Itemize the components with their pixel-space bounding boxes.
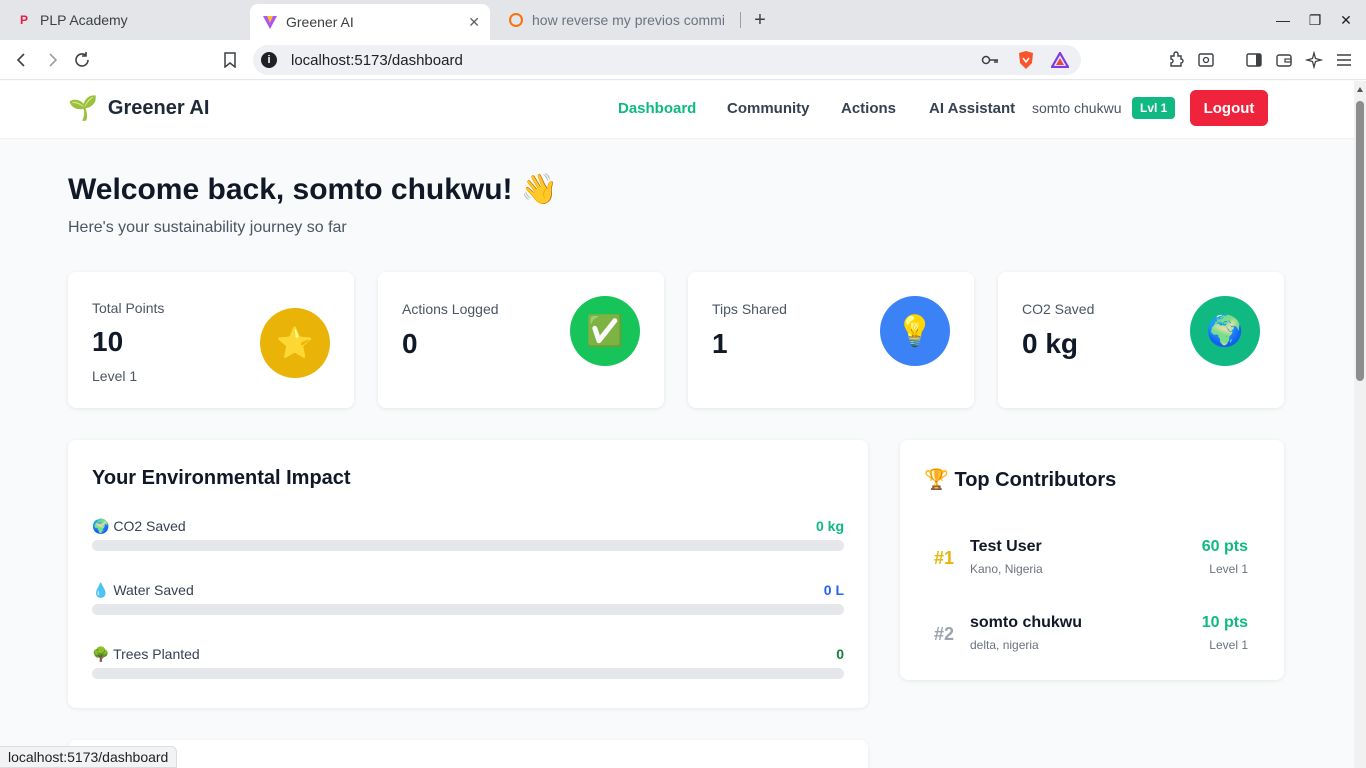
minimize-icon[interactable]: —: [1273, 10, 1293, 30]
stat-label: Tips Shared: [712, 301, 787, 317]
level-badge: Lvl 1: [1132, 97, 1176, 119]
key-icon[interactable]: [980, 50, 1000, 70]
impact-row-trees: 🌳 Trees Planted 0: [92, 646, 844, 686]
user-name: somto chukwu: [1032, 100, 1122, 116]
stat-card-actions-logged: Actions Logged 0 ✅: [378, 272, 664, 408]
impact-row-co2: 🌍 CO2 Saved 0 kg: [92, 518, 844, 558]
wallet-icon[interactable]: [1272, 48, 1296, 72]
vite-favicon: [262, 14, 278, 30]
bookmark-icon[interactable]: [218, 48, 242, 72]
progress-bar: [92, 604, 844, 615]
star-icon: ⭐: [260, 308, 330, 378]
browser-toolbar: i localhost:5173/dashboard: [0, 40, 1366, 80]
logout-button[interactable]: Logout: [1190, 90, 1268, 126]
lightbulb-icon: 💡: [880, 296, 950, 366]
rank: #2: [934, 624, 955, 644]
browser-tab-strip: P PLP Academy Greener AI ✕ how reverse m…: [0, 0, 1366, 40]
impact-label: CO2 Saved: [113, 518, 186, 534]
tab-separator: [740, 12, 741, 28]
tab-plp-academy[interactable]: P PLP Academy: [4, 4, 244, 36]
menu-icon[interactable]: [1332, 48, 1356, 72]
impact-value: 0: [836, 646, 844, 662]
card-title: Your Environmental Impact: [92, 467, 351, 489]
page-title: Welcome back, somto chukwu! 👋: [68, 173, 559, 206]
impact-label: Trees Planted: [113, 646, 200, 662]
stat-card-co2-saved: CO2 Saved 0 kg 🌍: [998, 272, 1284, 408]
impact-row-water: 💧 Water Saved 0 L: [92, 582, 844, 622]
tab-search[interactable]: how reverse my previos commi: [496, 4, 736, 36]
list-item[interactable]: #1 Test User Kano, Nigeria 60 pts Level …: [924, 530, 1248, 590]
contributor-level: Level 1: [1209, 638, 1248, 652]
tab-search-icon[interactable]: [1194, 48, 1218, 72]
nav-dashboard[interactable]: Dashboard: [618, 100, 696, 117]
stat-label: Actions Logged: [402, 301, 499, 317]
plp-favicon: P: [19, 13, 28, 27]
stat-card-total-points: Total Points 10 Level 1 ⭐: [68, 272, 354, 408]
brand-logo[interactable]: 🌱 Greener AI: [68, 94, 209, 123]
progress-bar: [92, 668, 844, 679]
stat-label: CO2 Saved: [1022, 301, 1095, 317]
brave-search-favicon: [508, 12, 524, 28]
environmental-impact-card: Your Environmental Impact 🌍 CO2 Saved 0 …: [68, 440, 868, 708]
impact-value: 0 L: [823, 582, 844, 598]
tree-icon: 🌳: [92, 646, 110, 662]
new-tab-icon[interactable]: +: [748, 8, 772, 32]
tab-greener-ai[interactable]: Greener AI ✕: [250, 4, 490, 40]
nav-actions[interactable]: Actions: [841, 100, 896, 117]
top-contributors-card: 🏆 Top Contributors #1 Test User Kano, Ni…: [900, 440, 1284, 680]
contributor-points: 60 pts: [1201, 538, 1248, 555]
reload-icon[interactable]: [70, 48, 94, 72]
contributor-points: 10 pts: [1201, 614, 1248, 631]
brave-shield-icon[interactable]: [1016, 50, 1036, 70]
close-tab-icon[interactable]: ✕: [468, 14, 480, 31]
contributor-location: delta, nigeria: [970, 638, 1039, 652]
nav-ai-assistant[interactable]: AI Assistant: [929, 100, 1015, 117]
list-item[interactable]: #2 somto chukwu delta, nigeria 10 pts Le…: [924, 606, 1248, 666]
scroll-up-icon[interactable]: [1357, 87, 1363, 92]
stat-value: 0 kg: [1022, 328, 1079, 359]
rank: #1: [934, 548, 955, 568]
stat-sublabel: Level 1: [92, 368, 138, 384]
nav-community[interactable]: Community: [727, 100, 810, 117]
back-icon[interactable]: [10, 48, 34, 72]
card-title: 🏆 Top Contributors: [924, 469, 1117, 491]
stat-value: 1: [712, 328, 728, 359]
lower-card: [68, 740, 868, 768]
brave-rewards-icon[interactable]: [1050, 50, 1070, 70]
extensions-icon[interactable]: [1164, 48, 1188, 72]
check-icon: ✅: [570, 296, 640, 366]
page-scrollbar[interactable]: [1354, 81, 1366, 768]
impact-label: Water Saved: [113, 582, 194, 598]
contributor-location: Kano, Nigeria: [970, 562, 1043, 576]
status-bar-url: localhost:5173/dashboard: [0, 746, 178, 768]
address-bar[interactable]: i localhost:5173/dashboard: [253, 45, 1081, 75]
sidebar-icon[interactable]: [1242, 48, 1266, 72]
restore-icon[interactable]: ❐: [1305, 10, 1325, 30]
leo-ai-icon[interactable]: [1302, 48, 1326, 72]
sprout-icon: 🌱: [68, 95, 98, 122]
scrollbar-thumb[interactable]: [1356, 101, 1364, 381]
site-info-icon[interactable]: i: [261, 52, 277, 68]
water-drop-icon: 💧: [92, 582, 110, 598]
contributor-name: Test User: [970, 538, 1042, 555]
stat-card-tips-shared: Tips Shared 1 💡: [688, 272, 974, 408]
stat-value: 0: [402, 328, 418, 359]
contributor-name: somto chukwu: [970, 614, 1083, 631]
globe-icon: 🌍: [1190, 296, 1260, 366]
close-window-icon[interactable]: ✕: [1336, 10, 1356, 30]
progress-bar: [92, 540, 844, 551]
stat-label: Total Points: [92, 300, 165, 316]
impact-value: 0 kg: [815, 518, 844, 534]
contributor-level: Level 1: [1209, 562, 1248, 576]
page-subtitle: Here's your sustainability journey so fa…: [68, 219, 347, 236]
globe-icon: 🌍: [92, 518, 110, 534]
stat-value: 10: [92, 326, 124, 357]
app-header: 🌱 Greener AI Dashboard Community Actions…: [0, 81, 1354, 139]
forward-icon[interactable]: [40, 48, 64, 72]
